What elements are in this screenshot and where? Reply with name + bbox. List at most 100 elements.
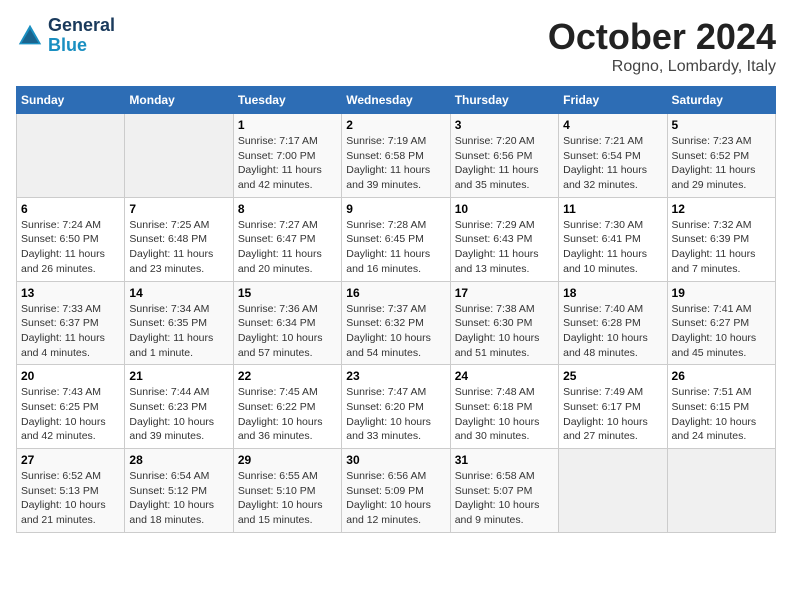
calendar-day-cell: 23 Sunrise: 7:47 AMSunset: 6:20 PMDayligh…	[342, 365, 450, 449]
day-number: 11	[563, 202, 662, 216]
calendar-day-cell	[559, 449, 667, 533]
calendar-day-cell: 16 Sunrise: 7:37 AMSunset: 6:32 PMDayligh…	[342, 281, 450, 365]
day-info: Sunrise: 6:58 AMSunset: 5:07 PMDaylight:…	[455, 469, 554, 528]
day-number: 6	[21, 202, 120, 216]
calendar-day-cell: 13 Sunrise: 7:33 AMSunset: 6:37 PMDayligh…	[17, 281, 125, 365]
day-info: Sunrise: 7:30 AMSunset: 6:41 PMDaylight:…	[563, 218, 662, 277]
calendar-day-cell: 6 Sunrise: 7:24 AMSunset: 6:50 PMDaylight…	[17, 197, 125, 281]
calendar-day-cell: 22Sunrise: 7:45 AMSunset: 6:22 PMDayligh…	[233, 365, 341, 449]
day-number: 26	[672, 369, 771, 383]
weekday-header: SundayMondayTuesdayWednesdayThursdayFrid…	[17, 87, 776, 114]
calendar-table: SundayMondayTuesdayWednesdayThursdayFrid…	[16, 86, 776, 533]
day-number: 17	[455, 286, 554, 300]
weekday-header-cell: Thursday	[450, 87, 558, 114]
day-info: Sunrise: 7:49 AMSunset: 6:17 PMDaylight:…	[563, 385, 662, 444]
calendar-day-cell: 30 Sunrise: 6:56 AMSunset: 5:09 PMDayligh…	[342, 449, 450, 533]
day-number: 18	[563, 286, 662, 300]
calendar-day-cell: 2Sunrise: 7:19 AMSunset: 6:58 PMDaylight…	[342, 114, 450, 198]
day-number: 27	[21, 453, 120, 467]
day-number: 8	[238, 202, 337, 216]
day-number: 10	[455, 202, 554, 216]
calendar-day-cell	[667, 449, 775, 533]
calendar-day-cell: 20Sunrise: 7:43 AMSunset: 6:25 PMDayligh…	[17, 365, 125, 449]
calendar-week-row: 6 Sunrise: 7:24 AMSunset: 6:50 PMDaylight…	[17, 197, 776, 281]
day-info: Sunrise: 7:17 AMSunset: 7:00 PMDaylight:…	[238, 134, 337, 193]
weekday-header-cell: Sunday	[17, 87, 125, 114]
day-info: Sunrise: 6:56 AMSunset: 5:09 PMDaylight:…	[346, 469, 445, 528]
day-info: Sunrise: 7:24 AMSunset: 6:50 PMDaylight:…	[21, 218, 120, 277]
calendar-day-cell: 12 Sunrise: 7:32 AMSunset: 6:39 PMDayligh…	[667, 197, 775, 281]
day-info: Sunrise: 6:54 AMSunset: 5:12 PMDaylight:…	[129, 469, 228, 528]
day-number: 7	[129, 202, 228, 216]
calendar-day-cell: 27 Sunrise: 6:52 AMSunset: 5:13 PMDayligh…	[17, 449, 125, 533]
calendar-day-cell: 25 Sunrise: 7:49 AMSunset: 6:17 PMDayligh…	[559, 365, 667, 449]
day-number: 5	[672, 118, 771, 132]
day-number: 20	[21, 369, 120, 383]
day-info: Sunrise: 7:38 AMSunset: 6:30 PMDaylight:…	[455, 302, 554, 361]
calendar-day-cell: 31 Sunrise: 6:58 AMSunset: 5:07 PMDayligh…	[450, 449, 558, 533]
day-info: Sunrise: 6:52 AMSunset: 5:13 PMDaylight:…	[21, 469, 120, 528]
day-number: 25	[563, 369, 662, 383]
day-number: 21	[129, 369, 228, 383]
month-title: October 2024	[548, 16, 776, 58]
calendar-day-cell: 29 Sunrise: 6:55 AMSunset: 5:10 PMDayligh…	[233, 449, 341, 533]
calendar-day-cell: 9 Sunrise: 7:28 AMSunset: 6:45 PMDaylight…	[342, 197, 450, 281]
day-info: Sunrise: 7:41 AMSunset: 6:27 PMDaylight:…	[672, 302, 771, 361]
day-number: 31	[455, 453, 554, 467]
calendar-week-row: 20Sunrise: 7:43 AMSunset: 6:25 PMDayligh…	[17, 365, 776, 449]
weekday-header-cell: Friday	[559, 87, 667, 114]
calendar-week-row: 1 Sunrise: 7:17 AMSunset: 7:00 PMDaylight…	[17, 114, 776, 198]
day-number: 19	[672, 286, 771, 300]
day-number: 28	[129, 453, 228, 467]
day-number: 3	[455, 118, 554, 132]
calendar-day-cell: 3 Sunrise: 7:20 AMSunset: 6:56 PMDaylight…	[450, 114, 558, 198]
calendar-day-cell: 5Sunrise: 7:23 AMSunset: 6:52 PMDaylight…	[667, 114, 775, 198]
calendar-day-cell: 11 Sunrise: 7:30 AMSunset: 6:41 PMDayligh…	[559, 197, 667, 281]
calendar-day-cell: 1 Sunrise: 7:17 AMSunset: 7:00 PMDaylight…	[233, 114, 341, 198]
logo: General Blue	[16, 16, 115, 56]
day-number: 16	[346, 286, 445, 300]
location-title: Rogno, Lombardy, Italy	[548, 58, 776, 76]
day-info: Sunrise: 7:32 AMSunset: 6:39 PMDaylight:…	[672, 218, 771, 277]
calendar-day-cell: 26Sunrise: 7:51 AMSunset: 6:15 PMDayligh…	[667, 365, 775, 449]
day-number: 30	[346, 453, 445, 467]
day-info: Sunrise: 7:27 AMSunset: 6:47 PMDaylight:…	[238, 218, 337, 277]
calendar-week-row: 13 Sunrise: 7:33 AMSunset: 6:37 PMDayligh…	[17, 281, 776, 365]
day-info: Sunrise: 7:36 AMSunset: 6:34 PMDaylight:…	[238, 302, 337, 361]
calendar-day-cell: 21 Sunrise: 7:44 AMSunset: 6:23 PMDayligh…	[125, 365, 233, 449]
day-info: Sunrise: 7:28 AMSunset: 6:45 PMDaylight:…	[346, 218, 445, 277]
weekday-header-cell: Saturday	[667, 87, 775, 114]
day-info: Sunrise: 7:19 AMSunset: 6:58 PMDaylight:…	[346, 134, 445, 193]
calendar-body: 1 Sunrise: 7:17 AMSunset: 7:00 PMDaylight…	[17, 114, 776, 533]
title-area: October 2024 Rogno, Lombardy, Italy	[548, 16, 776, 76]
day-number: 1	[238, 118, 337, 132]
calendar-day-cell: 14 Sunrise: 7:34 AMSunset: 6:35 PMDayligh…	[125, 281, 233, 365]
day-number: 23	[346, 369, 445, 383]
day-info: Sunrise: 7:29 AMSunset: 6:43 PMDaylight:…	[455, 218, 554, 277]
day-info: Sunrise: 7:40 AMSunset: 6:28 PMDaylight:…	[563, 302, 662, 361]
day-info: Sunrise: 7:47 AMSunset: 6:20 PMDaylight:…	[346, 385, 445, 444]
calendar-day-cell: 19 Sunrise: 7:41 AMSunset: 6:27 PMDayligh…	[667, 281, 775, 365]
day-number: 12	[672, 202, 771, 216]
day-info: Sunrise: 7:33 AMSunset: 6:37 PMDaylight:…	[21, 302, 120, 361]
calendar-day-cell	[125, 114, 233, 198]
day-info: Sunrise: 7:34 AMSunset: 6:35 PMDaylight:…	[129, 302, 228, 361]
weekday-header-cell: Tuesday	[233, 87, 341, 114]
day-info: Sunrise: 7:37 AMSunset: 6:32 PMDaylight:…	[346, 302, 445, 361]
day-number: 13	[21, 286, 120, 300]
day-info: Sunrise: 7:20 AMSunset: 6:56 PMDaylight:…	[455, 134, 554, 193]
day-number: 9	[346, 202, 445, 216]
calendar-day-cell: 15 Sunrise: 7:36 AMSunset: 6:34 PMDayligh…	[233, 281, 341, 365]
calendar-day-cell	[17, 114, 125, 198]
calendar-week-row: 27 Sunrise: 6:52 AMSunset: 5:13 PMDayligh…	[17, 449, 776, 533]
day-number: 29	[238, 453, 337, 467]
calendar-day-cell: 7Sunrise: 7:25 AMSunset: 6:48 PMDaylight…	[125, 197, 233, 281]
logo-text: General Blue	[48, 16, 115, 56]
day-info: Sunrise: 7:48 AMSunset: 6:18 PMDaylight:…	[455, 385, 554, 444]
day-number: 24	[455, 369, 554, 383]
day-info: Sunrise: 7:44 AMSunset: 6:23 PMDaylight:…	[129, 385, 228, 444]
weekday-header-cell: Monday	[125, 87, 233, 114]
day-info: Sunrise: 6:55 AMSunset: 5:10 PMDaylight:…	[238, 469, 337, 528]
day-number: 14	[129, 286, 228, 300]
day-number: 15	[238, 286, 337, 300]
